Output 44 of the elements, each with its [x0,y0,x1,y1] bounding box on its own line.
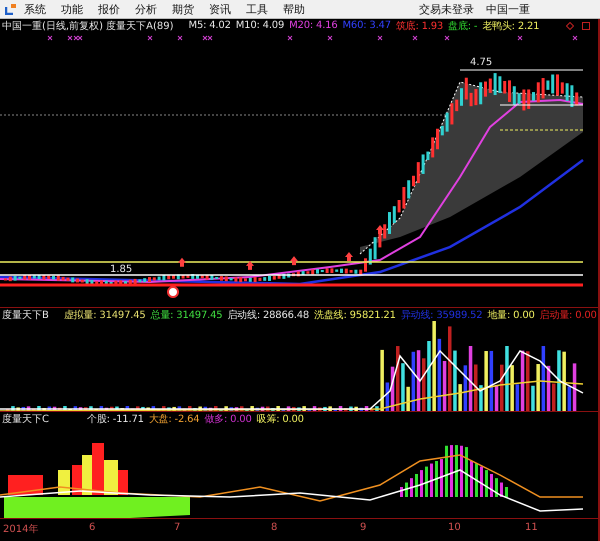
indicator-value: M60: 3.47 [342,20,391,31]
menu-item[interactable]: 系统 [24,2,46,16]
axis-label: 11 [525,522,538,533]
indicator-value: M5: 4.02 [188,20,231,31]
indicator-value: 启动量: 0.00 [540,308,597,322]
axis-label: 7 [174,522,180,533]
indicator-value: 老鸭头: 2.21 [482,20,540,32]
marker-circle [167,286,179,298]
diamond-icon[interactable] [566,22,574,30]
axis-label: 8 [271,522,278,533]
indicator-value: 盘底: - [448,20,478,32]
app-logo-icon [5,3,17,15]
menu-item[interactable]: 工具 [246,2,268,16]
indicator-value: 个股: -11.71 [86,412,144,426]
axis-label: 10 [448,522,461,533]
panel-title: 度量天下B [2,308,49,322]
menu-item[interactable]: 分析 [135,2,157,16]
menu-item[interactable]: 功能 [61,2,83,16]
indicator-value: 吸筹: 0.00 [256,412,304,426]
chart-title: 中国一重(日线,前复权) 度量天下A(89) [2,20,174,32]
stock-name: 中国一重 [486,2,530,16]
indicator-value: M20: 4.16 [289,20,338,31]
panel-title: 度量天下C [2,412,49,426]
indicator-value: 启动线: 28866.48 [227,308,310,322]
menu-item[interactable]: 资讯 [209,2,231,16]
menu-item[interactable]: 期货 [172,2,194,16]
square-icon[interactable] [582,22,590,30]
indicator-value: 做多: 0.00 [204,412,252,426]
indicator-value: 地量: 0.00 [487,308,535,322]
indicator-value: 虚拟量: 31497.45 [64,308,146,322]
price-label: 4.75 [470,57,492,68]
axis-label: 9 [360,522,366,533]
login-status: 交易未登录 [419,2,474,16]
axis-label: 6 [89,522,96,533]
indicator-value: 异动线: 35989.52 [400,308,482,322]
indicator-value: M10: 4.09 [236,20,284,31]
indicator-value: 总量: 31497.45 [150,308,222,322]
menu-item[interactable]: 帮助 [283,2,305,16]
indicator-value: 筑底: 1.93 [396,20,444,32]
indicator-value: 洗盘线: 95821.21 [314,308,396,322]
menu-item[interactable]: 报价 [98,2,120,16]
indicator-value: 大盘: -2.64 [148,412,200,426]
price-label: 1.85 [110,264,132,275]
axis-label: 2014年 [3,523,38,536]
